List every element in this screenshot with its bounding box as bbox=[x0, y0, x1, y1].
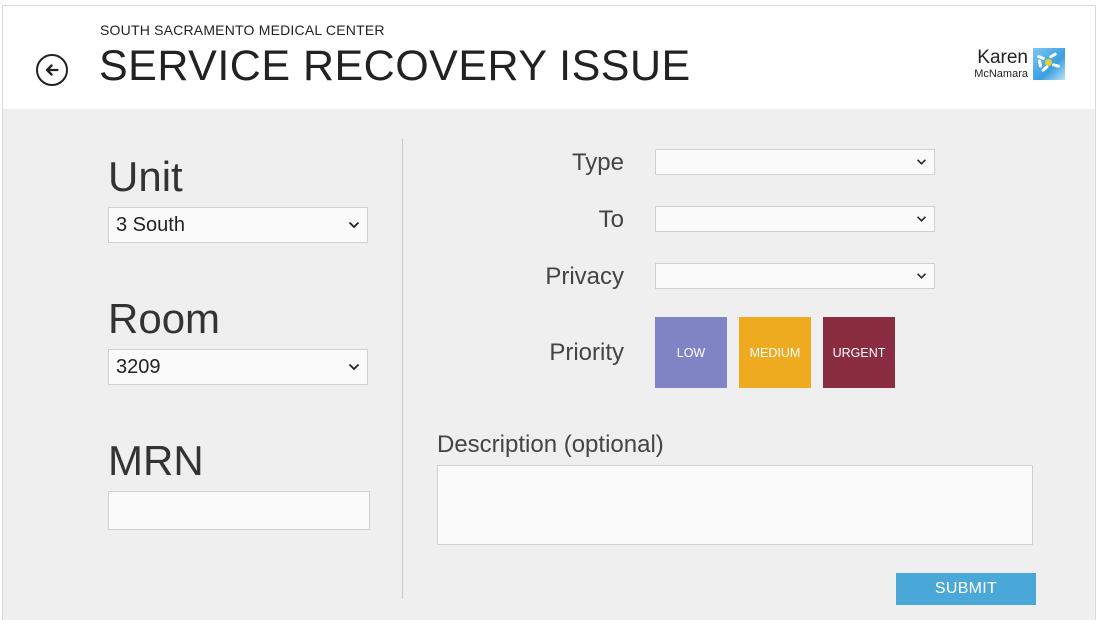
chevron-down-icon bbox=[348, 221, 360, 229]
chevron-down-icon bbox=[917, 159, 926, 165]
back-button[interactable] bbox=[36, 54, 68, 86]
description-label: Description (optional) bbox=[437, 431, 664, 458]
chevron-down-icon bbox=[348, 363, 360, 371]
column-divider bbox=[402, 139, 403, 599]
user-last-name: McNamara bbox=[974, 68, 1028, 80]
chevron-down-icon bbox=[917, 216, 926, 222]
to-label: To bbox=[598, 206, 624, 233]
chevron-down-icon bbox=[917, 273, 926, 279]
user-first-name: Karen bbox=[977, 47, 1028, 68]
unit-select[interactable]: 3 South bbox=[108, 207, 368, 243]
page-title: SERVICE RECOVERY ISSUE bbox=[99, 42, 691, 90]
priority-urgent-button[interactable]: URGENT bbox=[823, 317, 895, 388]
room-label: Room bbox=[108, 295, 221, 342]
user-profile[interactable]: Karen McNamara bbox=[974, 48, 1065, 81]
privacy-select[interactable] bbox=[655, 263, 935, 289]
privacy-label: Privacy bbox=[545, 263, 624, 290]
unit-label: Unit bbox=[108, 153, 183, 200]
app-window: SOUTH SACRAMENTO MEDICAL CENTER SERVICE … bbox=[2, 5, 1096, 620]
user-name-block: Karen McNamara bbox=[974, 48, 1028, 81]
avatar bbox=[1033, 48, 1065, 80]
mrn-input[interactable] bbox=[108, 491, 370, 530]
priority-low-button[interactable]: LOW bbox=[655, 317, 727, 388]
form-area: Unit 3 South Room 3209 MRN Type To Priva… bbox=[3, 109, 1095, 620]
unit-select-value: 3 South bbox=[116, 213, 185, 236]
priority-medium-button[interactable]: MEDIUM bbox=[739, 317, 811, 388]
priority-label: Priority bbox=[549, 339, 624, 366]
room-select[interactable]: 3209 bbox=[108, 349, 368, 385]
room-select-value: 3209 bbox=[116, 355, 161, 378]
submit-button[interactable]: SUBMIT bbox=[896, 573, 1036, 605]
organization-name: SOUTH SACRAMENTO MEDICAL CENTER bbox=[100, 22, 385, 38]
type-label: Type bbox=[571, 149, 624, 176]
description-textarea[interactable] bbox=[437, 465, 1033, 545]
type-select[interactable] bbox=[655, 149, 935, 175]
mrn-label: MRN bbox=[108, 437, 204, 484]
header: SOUTH SACRAMENTO MEDICAL CENTER SERVICE … bbox=[3, 6, 1095, 109]
to-select[interactable] bbox=[655, 206, 935, 232]
back-arrow-icon bbox=[45, 64, 59, 76]
